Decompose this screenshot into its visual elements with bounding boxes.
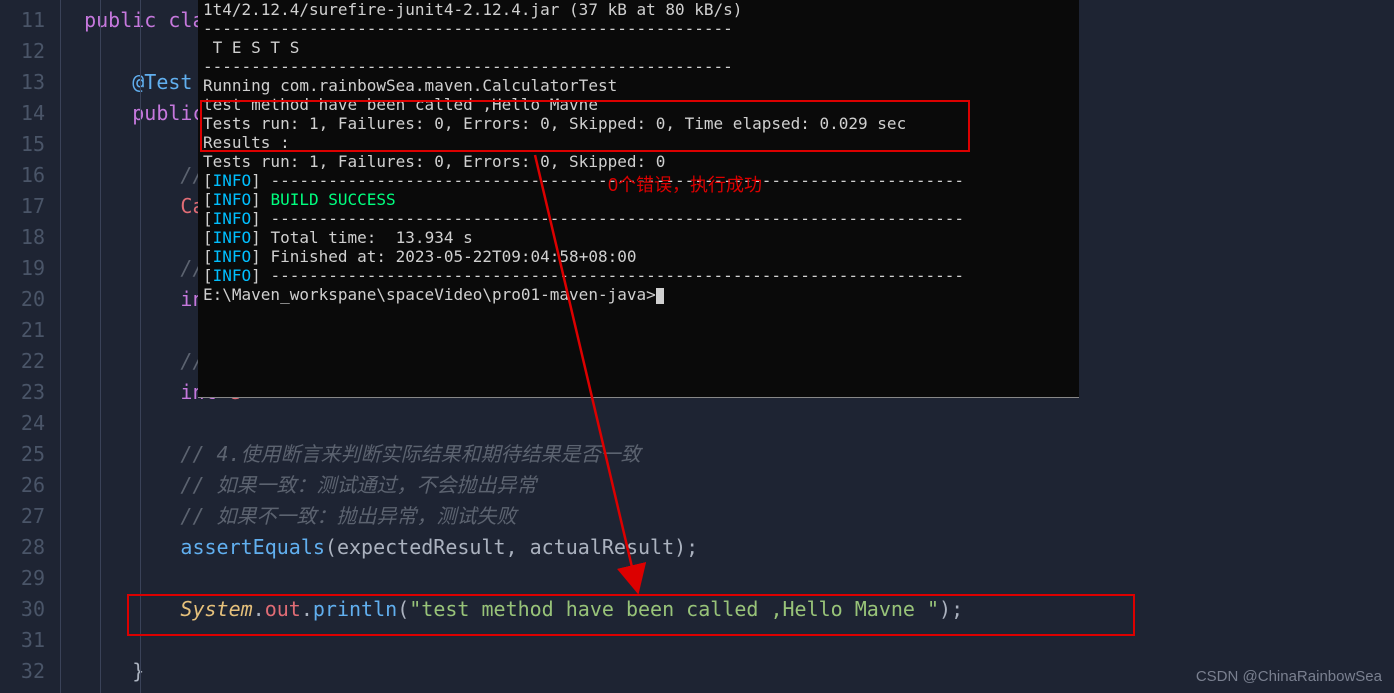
line-number: 24 [0, 408, 45, 439]
line-number: 16 [0, 160, 45, 191]
line-number: 13 [0, 67, 45, 98]
cursor-icon [656, 288, 664, 304]
line-number: 29 [0, 563, 45, 594]
terminal-line: T E S T S [203, 38, 1074, 57]
line-number: 21 [0, 315, 45, 346]
terminal-line: ----------------------------------------… [203, 19, 1074, 38]
terminal-line: test method have been called ,Hello Mavn… [203, 95, 1074, 114]
terminal-line: [INFO] Total time: 13.934 s [203, 228, 1074, 247]
terminal-line: 1t4/2.12.4/surefire-junit4-2.12.4.jar (3… [203, 0, 1074, 19]
line-number: 25 [0, 439, 45, 470]
code-line: // 如果不一致：抛出异常，测试失败 [60, 501, 1394, 532]
line-number: 27 [0, 501, 45, 532]
line-number: 31 [0, 625, 45, 656]
terminal-line: Tests run: 1, Failures: 0, Errors: 0, Sk… [203, 152, 1074, 171]
line-gutter: 11 12 13 14 15 16 17 18 19 20 21 22 23 2… [0, 0, 60, 693]
terminal-line: [INFO] ---------------------------------… [203, 266, 1074, 285]
line-number: 30 [0, 594, 45, 625]
line-number: 22 [0, 346, 45, 377]
terminal-line: Tests run: 1, Failures: 0, Errors: 0, Sk… [203, 114, 1074, 133]
terminal-line: Running com.rainbowSea.maven.CalculatorT… [203, 76, 1074, 95]
line-number: 17 [0, 191, 45, 222]
code-line [60, 563, 1394, 594]
terminal-line: [INFO] ---------------------------------… [203, 209, 1074, 228]
line-number: 20 [0, 284, 45, 315]
watermark-text: CSDN @ChinaRainbowSea [1196, 668, 1382, 685]
code-line: // 如果一致：测试通过，不会抛出异常 [60, 470, 1394, 501]
code-line: } [60, 656, 1394, 687]
code-line: System.out.println("test method have bee… [60, 594, 1394, 625]
terminal-prompt: E:\Maven_workspane\spaceVideo\pro01-mave… [203, 285, 1074, 304]
terminal-line: Results : [203, 133, 1074, 152]
terminal-panel[interactable]: 1t4/2.12.4/surefire-junit4-2.12.4.jar (3… [198, 0, 1079, 398]
line-number: 11 [0, 5, 45, 36]
terminal-line: [INFO] Finished at: 2023-05-22T09:04:58+… [203, 247, 1074, 266]
line-number: 23 [0, 377, 45, 408]
line-number: 28 [0, 532, 45, 563]
line-number: 15 [0, 129, 45, 160]
code-line [60, 408, 1394, 439]
line-number: 19 [0, 253, 45, 284]
code-line [60, 625, 1394, 656]
terminal-line: ----------------------------------------… [203, 57, 1074, 76]
line-number: 12 [0, 36, 45, 67]
line-number: 26 [0, 470, 45, 501]
line-number: 18 [0, 222, 45, 253]
line-number: 14 [0, 98, 45, 129]
code-line: // 4.使用断言来判断实际结果和期待结果是否一致 [60, 439, 1394, 470]
code-line: assertEquals(expectedResult, actualResul… [60, 532, 1394, 563]
line-number: 32 [0, 656, 45, 687]
annotation-text: 0个错误，执行成功 [608, 171, 762, 197]
